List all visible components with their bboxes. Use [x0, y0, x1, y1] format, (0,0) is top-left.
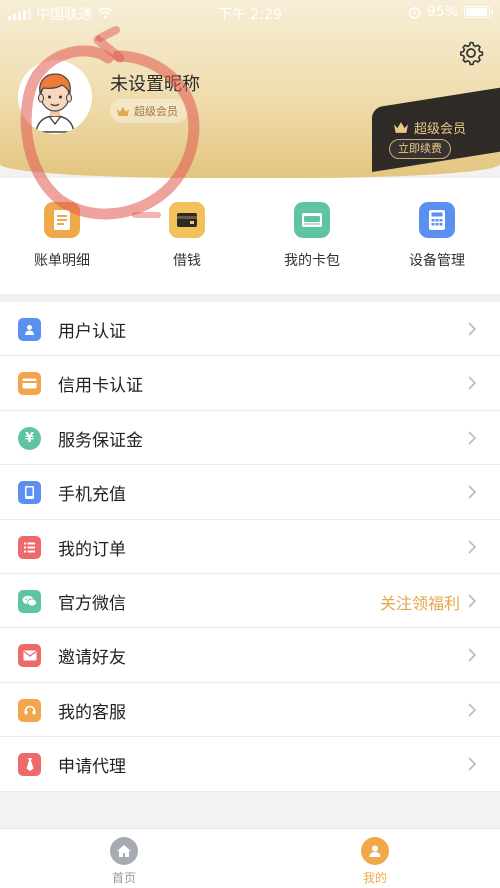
chevron-right-icon [468, 757, 476, 771]
menu-item-invite[interactable]: 邀请好友 [0, 628, 500, 683]
menu-list: 用户认证 信用卡认证 ¥ 服务保证金 手机充值 我的订单 官方微信 关注领福利 … [0, 302, 500, 792]
menu-item-label: 信用卡认证 [58, 376, 143, 397]
menu-item-label: 我的客服 [58, 702, 126, 723]
quick-action-device[interactable]: 设备管理 [382, 202, 492, 270]
chevron-right-icon [468, 485, 476, 499]
menu-item-credit-card-auth[interactable]: 信用卡认证 [0, 356, 500, 411]
calculator-icon [419, 202, 455, 238]
menu-item-orders[interactable]: 我的订单 [0, 520, 500, 574]
follow-benefit-link[interactable]: 关注领福利 [380, 590, 460, 614]
menu-item-label: 官方微信 [58, 593, 126, 614]
wallet-card-icon [169, 202, 205, 238]
menu-item-customer-service[interactable]: 我的客服 [0, 683, 500, 738]
chevron-right-icon [468, 539, 476, 554]
tie-icon [18, 753, 41, 777]
chevron-right-icon [468, 703, 476, 717]
headset-icon [18, 698, 41, 722]
battery-icon [464, 6, 493, 18]
menu-item-agent[interactable]: 申请代理 [0, 737, 500, 792]
yen-icon: ¥ [18, 426, 41, 450]
quick-action-bill[interactable]: 账单明细 [7, 202, 117, 270]
avatar-illustration [18, 60, 92, 134]
battery-percent: 95% [426, 4, 458, 20]
quick-action-label: 账单明细 [34, 253, 90, 269]
chevron-right-icon [468, 431, 476, 445]
settings-gear-icon[interactable] [458, 40, 484, 66]
menu-item-label: 服务保证金 [58, 430, 143, 451]
member-badge-label: 超级会员 [134, 105, 178, 118]
menu-item-label: 申请代理 [58, 757, 126, 778]
quick-actions: 账单明细 借钱 我的卡包 设备管理 [0, 178, 500, 294]
menu-item-label: 我的订单 [58, 539, 126, 560]
quick-action-card-pack[interactable]: 我的卡包 [257, 202, 367, 270]
menu-item-phone-recharge[interactable]: 手机充值 [0, 465, 500, 520]
avatar[interactable] [18, 60, 92, 134]
renew-button[interactable]: 立即续费 [389, 139, 451, 159]
tab-mine[interactable]: 我的 [345, 837, 405, 886]
card-pack-icon [294, 202, 330, 238]
wechat-icon [18, 589, 41, 613]
phone-icon [18, 481, 41, 505]
vip-card-title: 超级会员 [392, 118, 466, 137]
vip-crown-icon [393, 122, 409, 133]
chevron-right-icon [468, 648, 476, 662]
tab-home[interactable]: 首页 [94, 837, 154, 886]
menu-item-deposit[interactable]: ¥ 服务保证金 [0, 411, 500, 466]
status-bar: 中国联通 下午 2:29 95% [0, 0, 500, 26]
chevron-right-icon [468, 376, 476, 390]
credit-card-icon [18, 372, 41, 396]
nickname[interactable]: 未设置昵称 [110, 70, 200, 96]
menu-item-label: 邀请好友 [58, 648, 126, 669]
chevron-right-icon [468, 594, 476, 608]
tab-home-label: 首页 [111, 871, 136, 885]
member-badge: 超级会员 [110, 99, 188, 123]
quick-action-label: 设备管理 [409, 253, 465, 269]
quick-action-label: 我的卡包 [284, 253, 340, 269]
vip-card-title-text: 超级会员 [414, 122, 467, 137]
menu-item-label: 手机充值 [58, 485, 126, 506]
status-right: 95% [408, 4, 493, 20]
chevron-right-icon [468, 322, 476, 336]
menu-item-wechat[interactable]: 官方微信 关注领福利 [0, 574, 500, 629]
bill-icon [44, 202, 80, 238]
crown-icon [117, 106, 129, 116]
quick-action-label: 借钱 [173, 253, 201, 269]
tab-bar: 首页 我的 [0, 828, 500, 888]
tab-mine-label: 我的 [362, 871, 387, 885]
menu-item-user-auth[interactable]: 用户认证 [0, 302, 500, 357]
menu-item-label: 用户认证 [58, 322, 126, 342]
alarm-icon [408, 6, 421, 19]
user-icon [361, 837, 389, 865]
home-icon [110, 837, 138, 865]
order-list-icon [18, 535, 41, 559]
user-id-icon [18, 318, 41, 341]
quick-action-borrow[interactable]: 借钱 [132, 202, 242, 270]
envelope-icon [18, 644, 41, 668]
